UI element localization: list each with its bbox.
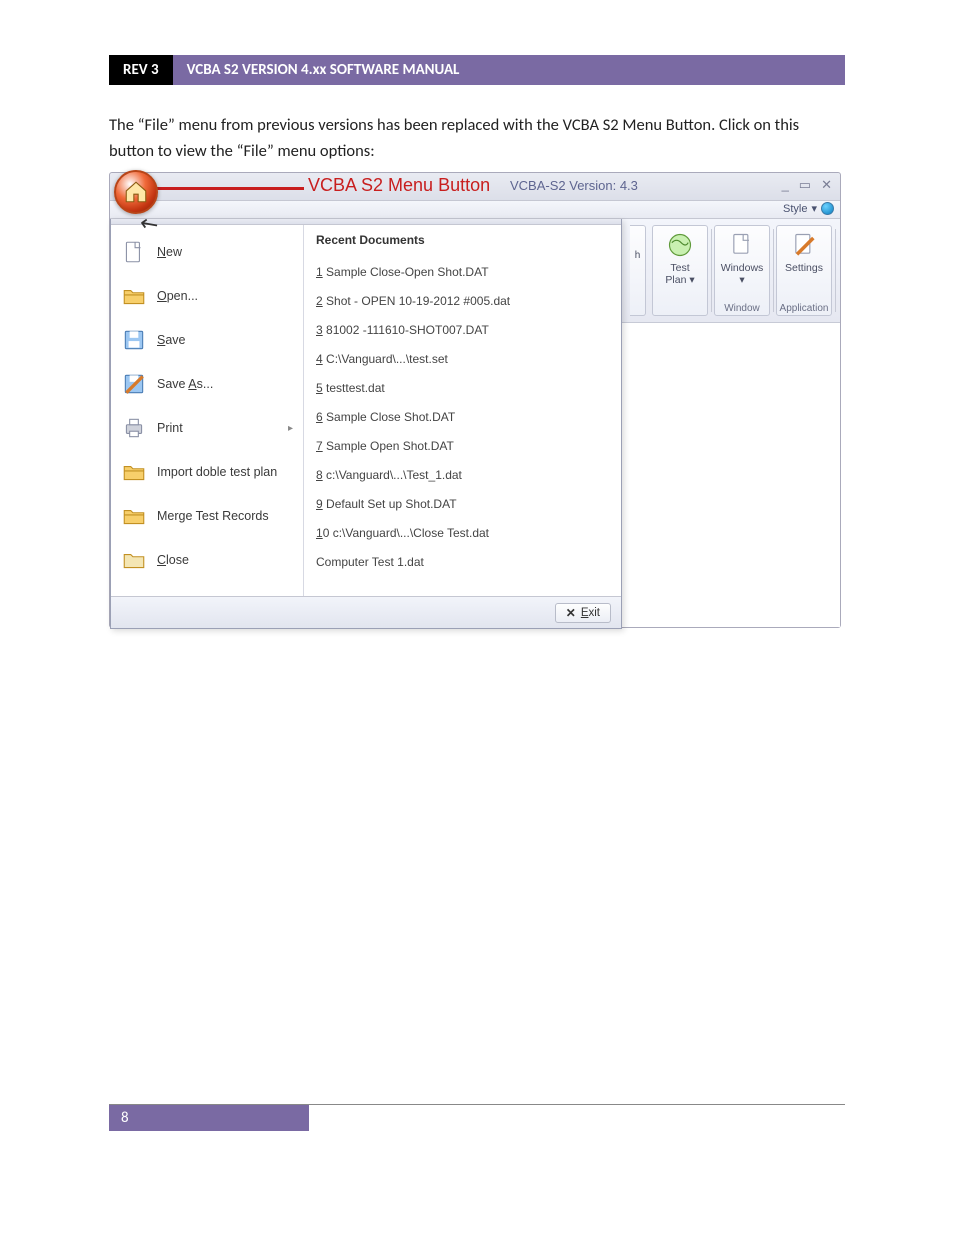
vcba-menu-button[interactable] xyxy=(114,170,158,214)
menu-item-open-[interactable]: Open... xyxy=(115,275,299,317)
menu-item-merge-test-records[interactable]: Merge Test Records xyxy=(115,495,299,537)
rev-label: REV 3 xyxy=(109,55,173,85)
ribbon: h Test Plan ▾ Windows ▾ Window xyxy=(622,219,840,323)
recent-document[interactable]: 7 Sample Open Shot.DAT xyxy=(316,431,609,460)
recent-documents-panel: Recent Documents 1 Sample Close-Open Sho… xyxy=(304,225,621,596)
exit-button[interactable]: ✕ Exit xyxy=(555,603,611,623)
recent-document[interactable]: 9 Default Set up Shot.DAT xyxy=(316,489,609,518)
tab-bar: Style ▾ xyxy=(110,201,840,219)
help-icon[interactable] xyxy=(821,202,834,215)
chevron-right-icon: ▸ xyxy=(288,423,293,434)
recent-document[interactable]: 8 c:\Vanguard\...\Test_1.dat xyxy=(316,460,609,489)
version-label: VCBA-S2 Version: 4.3 xyxy=(510,178,638,193)
style-dropdown[interactable]: Style ▾ xyxy=(783,202,834,215)
home-icon xyxy=(123,179,149,205)
page-footer: 8 xyxy=(109,1104,845,1130)
menu-item-label: Close xyxy=(157,553,189,567)
exit-label: xit xyxy=(589,607,601,619)
menu-item-save-as-[interactable]: Save As... xyxy=(115,363,299,405)
recent-document[interactable]: 3 81002 -111610-SHOT007.DAT xyxy=(316,315,609,344)
manual-title: VCBA S2 VERSION 4.xx SOFTWARE MANUAL xyxy=(173,55,845,85)
menu-item-label: New xyxy=(157,245,182,259)
menu-item-label: Open... xyxy=(157,289,198,303)
app-window: VCBA-S2 Version: 4.3 _ ▭ ✕ Style ▾ ↖ VCB… xyxy=(109,172,841,628)
recent-document[interactable]: 5 testtest.dat xyxy=(316,373,609,402)
page-number: 8 xyxy=(109,1105,309,1131)
maximize-button[interactable]: ▭ xyxy=(799,177,811,193)
print-icon xyxy=(121,415,147,441)
menu-item-save[interactable]: Save xyxy=(115,319,299,361)
ribbon-partial: h xyxy=(630,225,646,316)
file-menu-dropdown: New Open... Save Save As... Print ▸ Import dob… xyxy=(110,219,622,629)
recent-document[interactable]: 4 C:\Vanguard\...\test.set xyxy=(316,344,609,373)
folder-icon xyxy=(121,283,147,309)
folder-closed-icon xyxy=(121,547,147,573)
folder-icon xyxy=(121,503,147,529)
test-plan-button[interactable]: Test Plan ▾ xyxy=(652,225,708,316)
folder-icon xyxy=(121,459,147,485)
callout-menu-button: VCBA S2 Menu Button xyxy=(308,175,490,196)
body-paragraph: The “File” menu from previous versions h… xyxy=(109,113,845,164)
menu-item-label: Merge Test Records xyxy=(157,509,269,523)
ribbon-group-window: Windows ▾ Window xyxy=(714,225,770,316)
recent-document[interactable]: 6 Sample Close Shot.DAT xyxy=(316,402,609,431)
document-header: REV 3 VCBA S2 VERSION 4.xx SOFTWARE MANU… xyxy=(109,55,845,85)
recent-header: Recent Documents xyxy=(316,233,609,247)
x-icon: ✕ xyxy=(566,606,576,620)
recent-document[interactable]: 10 c:\Vanguard\...\Close Test.dat xyxy=(316,518,609,547)
doc-icon xyxy=(121,239,147,265)
document-icon xyxy=(727,230,757,260)
menu-item-label: Import doble test plan xyxy=(157,465,277,479)
window-buttons: _ ▭ ✕ xyxy=(782,177,832,193)
save-icon xyxy=(121,327,147,353)
saveas-icon xyxy=(121,371,147,397)
recent-document[interactable]: 2 Shot - OPEN 10-19-2012 #005.dat xyxy=(316,286,609,315)
settings-doc-icon xyxy=(789,230,819,260)
recent-document[interactable]: Computer Test 1.dat xyxy=(316,547,609,576)
recent-document[interactable]: 1 Sample Close-Open Shot.DAT xyxy=(316,257,609,286)
triangle-down-icon: ▾ xyxy=(811,202,817,215)
menu-item-close[interactable]: Close xyxy=(115,539,299,581)
minimize-button[interactable]: _ xyxy=(782,177,789,193)
menu-item-list: New Open... Save Save As... Print ▸ Import dob… xyxy=(111,225,303,596)
callout-line xyxy=(156,187,304,190)
menu-item-new[interactable]: New xyxy=(115,231,299,273)
ribbon-group-test-plan: Test Plan ▾ xyxy=(652,225,708,316)
menu-item-label: Print xyxy=(157,421,183,435)
menu-item-label: Save As... xyxy=(157,377,213,391)
close-button[interactable]: ✕ xyxy=(821,177,832,193)
globe-icon xyxy=(665,230,695,260)
menu-item-label: Save xyxy=(157,333,186,347)
ribbon-group-application: Settings Application xyxy=(776,225,832,316)
menu-item-print[interactable]: Print ▸ xyxy=(115,407,299,449)
main-canvas xyxy=(622,323,840,627)
menu-item-import-doble-test-plan[interactable]: Import doble test plan xyxy=(115,451,299,493)
